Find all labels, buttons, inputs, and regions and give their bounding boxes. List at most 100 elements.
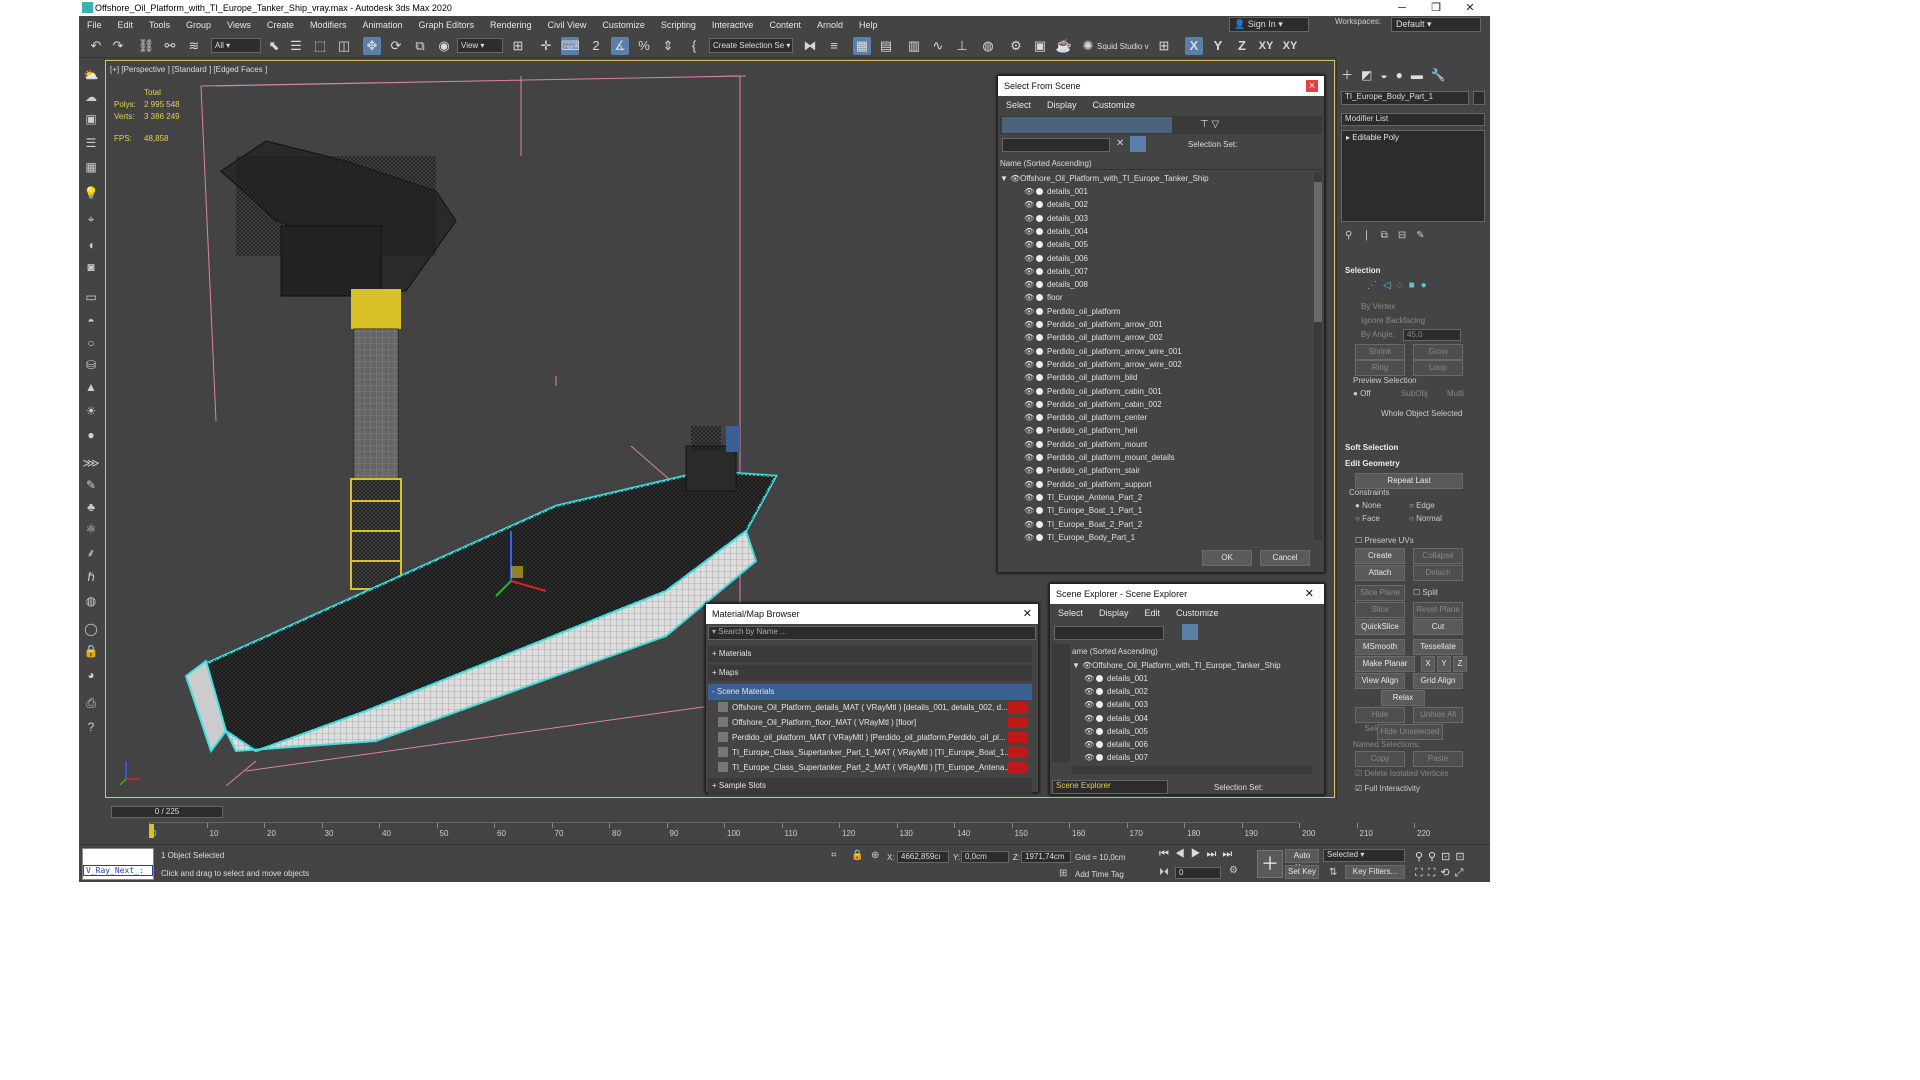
sfs-list-item[interactable]: 👁 details_007 bbox=[1024, 265, 1088, 278]
create-button[interactable]: Create bbox=[1355, 548, 1405, 564]
close-icon[interactable]: ✕ bbox=[1305, 584, 1314, 604]
menu-interactive[interactable]: Interactive bbox=[704, 20, 762, 30]
eye-icon[interactable]: 👁 bbox=[1082, 659, 1092, 672]
x-coordinate-field[interactable]: 4662,859cı bbox=[897, 851, 949, 863]
cloud-icon[interactable]: ☁ bbox=[82, 88, 100, 106]
time-tag-icon[interactable]: ⊞ bbox=[1059, 868, 1067, 879]
eye-icon[interactable]: 👁 bbox=[1024, 278, 1034, 291]
sfs-list-item[interactable]: 👁 Perdido_oil_platform_arrow_002 bbox=[1024, 331, 1163, 344]
render-setup-icon[interactable]: ⚙ bbox=[1007, 37, 1025, 55]
scene-material-item[interactable]: Offshore_Oil_Platform_details_MAT ( VRay… bbox=[710, 701, 1028, 714]
subobject-level-icons[interactable]: ⋰◁◌■● bbox=[1367, 280, 1433, 291]
set-key-big-icon[interactable]: ＋ bbox=[1257, 850, 1283, 878]
command-panel-tabs[interactable]: ＋◩◒●▬🔧 bbox=[1341, 66, 1487, 84]
plane-icon[interactable]: ▭ bbox=[82, 288, 100, 306]
sfs-list-item[interactable]: 👁 TI_Europe_Boat_2_Part_2 bbox=[1024, 518, 1142, 531]
hf-icon[interactable]: ℏ bbox=[82, 568, 100, 586]
selection-lock-icon[interactable]: 🔒 bbox=[851, 850, 863, 861]
paste-button[interactable]: Paste bbox=[1413, 751, 1463, 767]
category-sample-slots[interactable]: + Sample Slots bbox=[708, 778, 1032, 794]
eye-icon[interactable]: 👁 bbox=[1024, 252, 1034, 265]
sfs-tree-root[interactable]: ▼ 👁Offshore_Oil_Platform_with_TI_Europe_… bbox=[1000, 172, 1209, 185]
sfs-list-item[interactable]: 👁 Perdido_oil_platform_bild bbox=[1024, 371, 1137, 384]
scene-material-item[interactable]: Perdido_oil_platform_MAT ( VRayMtl ) [Pe… bbox=[710, 731, 1028, 744]
reference-coord-dropdown[interactable]: View ▾ bbox=[457, 38, 503, 53]
eye-icon[interactable]: 👁 bbox=[1024, 305, 1034, 318]
sfs-list-item[interactable]: 👁 Perdido_oil_platform_arrow_wire_001 bbox=[1024, 345, 1182, 358]
playback-controls[interactable]: ⏮◀▶⏭⏭ bbox=[1159, 848, 1255, 861]
place-icon[interactable]: ◉ bbox=[435, 37, 453, 55]
eye-icon[interactable]: 👁 bbox=[1024, 345, 1034, 358]
frame-ruler[interactable]: 0 10 20 30 40 50 60 70 80 90 100 110 120 130 140 150 160… bbox=[149, 822, 1430, 842]
make-planar-button[interactable]: Make Planar bbox=[1355, 656, 1415, 672]
sfs-filter-icons[interactable] bbox=[1002, 117, 1172, 133]
audio-icon[interactable]: ◖ bbox=[82, 236, 100, 254]
eye-icon[interactable]: 👁 bbox=[1024, 451, 1034, 464]
sfs-list-item[interactable]: 👁 details_005 bbox=[1024, 238, 1088, 251]
preserve-uvs-checkbox[interactable]: ☐ Preserve UVs bbox=[1355, 536, 1414, 545]
sfs-list-item[interactable]: 👁 Perdido_oil_platform_support bbox=[1024, 478, 1152, 491]
viewport-label[interactable]: [+] [Perspective ] [Standard ] [Edged Fa… bbox=[110, 65, 267, 74]
globe-icon[interactable]: ◯ bbox=[82, 620, 100, 638]
maxscript-listener[interactable]: V_Ray_Next_: bbox=[82, 848, 154, 880]
eye-icon[interactable]: 👁 bbox=[1024, 518, 1034, 531]
object-name-field[interactable]: TI_Europe_Body_Part_1 bbox=[1341, 91, 1469, 105]
earth-icon[interactable]: ◕ bbox=[82, 666, 100, 684]
close-icon[interactable]: ✕ bbox=[1023, 604, 1032, 624]
sfs-list-item[interactable]: 👁 Perdido_oil_platform_cabin_002 bbox=[1024, 398, 1162, 411]
sfs-column-header[interactable]: Name (Sorted Ascending) bbox=[1000, 158, 1322, 170]
sfs-list-item[interactable]: 👁 TI_Europe_Boat_1_Part_1 bbox=[1024, 504, 1142, 517]
se-list-item[interactable]: 👁 details_002 bbox=[1084, 685, 1148, 698]
sfs-list-item[interactable]: 👁 Perdido_oil_platform_cabin_001 bbox=[1024, 385, 1162, 398]
grid-align-button[interactable]: Grid Align bbox=[1413, 673, 1463, 689]
move-icon[interactable]: ✥ bbox=[363, 37, 381, 55]
category-materials[interactable]: + Materials bbox=[708, 646, 1032, 662]
se-list-item[interactable]: 👁 details_005 bbox=[1084, 725, 1148, 738]
menu-arnold[interactable]: Arnold bbox=[809, 20, 851, 30]
se-menu-edit[interactable]: Edit bbox=[1137, 608, 1169, 618]
eye-icon[interactable]: 👁 bbox=[1024, 478, 1034, 491]
attach-button[interactable]: Attach bbox=[1355, 565, 1405, 581]
sfs-list-item[interactable]: 👁 TI_Europe_Body_Part_1 bbox=[1024, 531, 1135, 544]
current-frame-marker[interactable] bbox=[149, 824, 154, 838]
pivot-icon[interactable]: ⊞ bbox=[509, 37, 527, 55]
selection-rollout-title[interactable]: Selection bbox=[1345, 266, 1381, 275]
planar-z-button[interactable]: Z bbox=[1453, 656, 1467, 672]
by-angle-label[interactable]: By Angle: bbox=[1361, 330, 1395, 339]
delete-isolated-checkbox[interactable]: ☑ Delete Isolated Vertices bbox=[1355, 769, 1448, 778]
bucket-icon[interactable]: ⛁ bbox=[82, 356, 100, 374]
planar-y-button[interactable]: Y bbox=[1437, 656, 1451, 672]
menu-scripting[interactable]: Scripting bbox=[653, 20, 704, 30]
eye-icon[interactable]: 👁 bbox=[1024, 464, 1034, 477]
eye-icon[interactable]: 👁 bbox=[1024, 291, 1034, 304]
selection-filter-dropdown[interactable]: All ▾ bbox=[211, 38, 261, 53]
preview-off-radio[interactable]: ● Off bbox=[1353, 389, 1371, 398]
eye-icon[interactable]: 👁 bbox=[1010, 172, 1020, 185]
modifier-list-dropdown[interactable]: Modifier List bbox=[1341, 113, 1485, 126]
sfs-list-item[interactable]: 👁 Perdido_oil_platform_heli bbox=[1024, 424, 1137, 437]
se-search-input[interactable] bbox=[1054, 626, 1164, 640]
sfs-list-item[interactable]: 👁 Perdido_oil_platform_stair bbox=[1024, 464, 1140, 477]
select-manipulate-icon[interactable]: ✛ bbox=[537, 37, 555, 55]
link-icon[interactable]: ⛓ bbox=[137, 37, 155, 55]
sign-in-dropdown[interactable]: 👤 Sign In ▾ bbox=[1229, 17, 1309, 32]
sfs-list-item[interactable]: 👁 Perdido_oil_platform_arrow_001 bbox=[1024, 318, 1163, 331]
preview-subobj-radio[interactable]: SubObj bbox=[1401, 389, 1428, 398]
category-scene-materials[interactable]: - Scene Materials bbox=[708, 684, 1032, 700]
spinner-snap-icon[interactable]: ⇕ bbox=[659, 37, 677, 55]
stack-tools-icons[interactable]: ⚲❘⧉⊟✎ bbox=[1345, 230, 1485, 241]
key-set-dropdown[interactable]: Selected ▾ bbox=[1323, 849, 1405, 862]
se-tree-root[interactable]: ▼ 👁Offshore_Oil_Platform_with_TI_Europe_… bbox=[1072, 659, 1281, 672]
dome-icon[interactable]: ◓ bbox=[82, 312, 100, 330]
rendered-frame-icon[interactable]: ▣ bbox=[1031, 37, 1049, 55]
redo-icon[interactable]: ↷ bbox=[109, 37, 127, 55]
sfs-list-item[interactable]: 👁 details_006 bbox=[1024, 252, 1088, 265]
scene-material-item[interactable]: TI_Europe_Class_Supertanker_Part_1_MAT (… bbox=[710, 746, 1028, 759]
sfs-menu-select[interactable]: Select bbox=[998, 100, 1039, 110]
eye-icon[interactable]: 👁 bbox=[1084, 698, 1094, 711]
eye-icon[interactable]: 👁 bbox=[1084, 725, 1094, 738]
eye-icon[interactable]: 👁 bbox=[1024, 238, 1034, 251]
eye-icon[interactable]: 👁 bbox=[1024, 424, 1034, 437]
axis-xy-cycle-button[interactable]: XY bbox=[1281, 37, 1299, 55]
align-icon[interactable]: ≡ bbox=[825, 37, 843, 55]
